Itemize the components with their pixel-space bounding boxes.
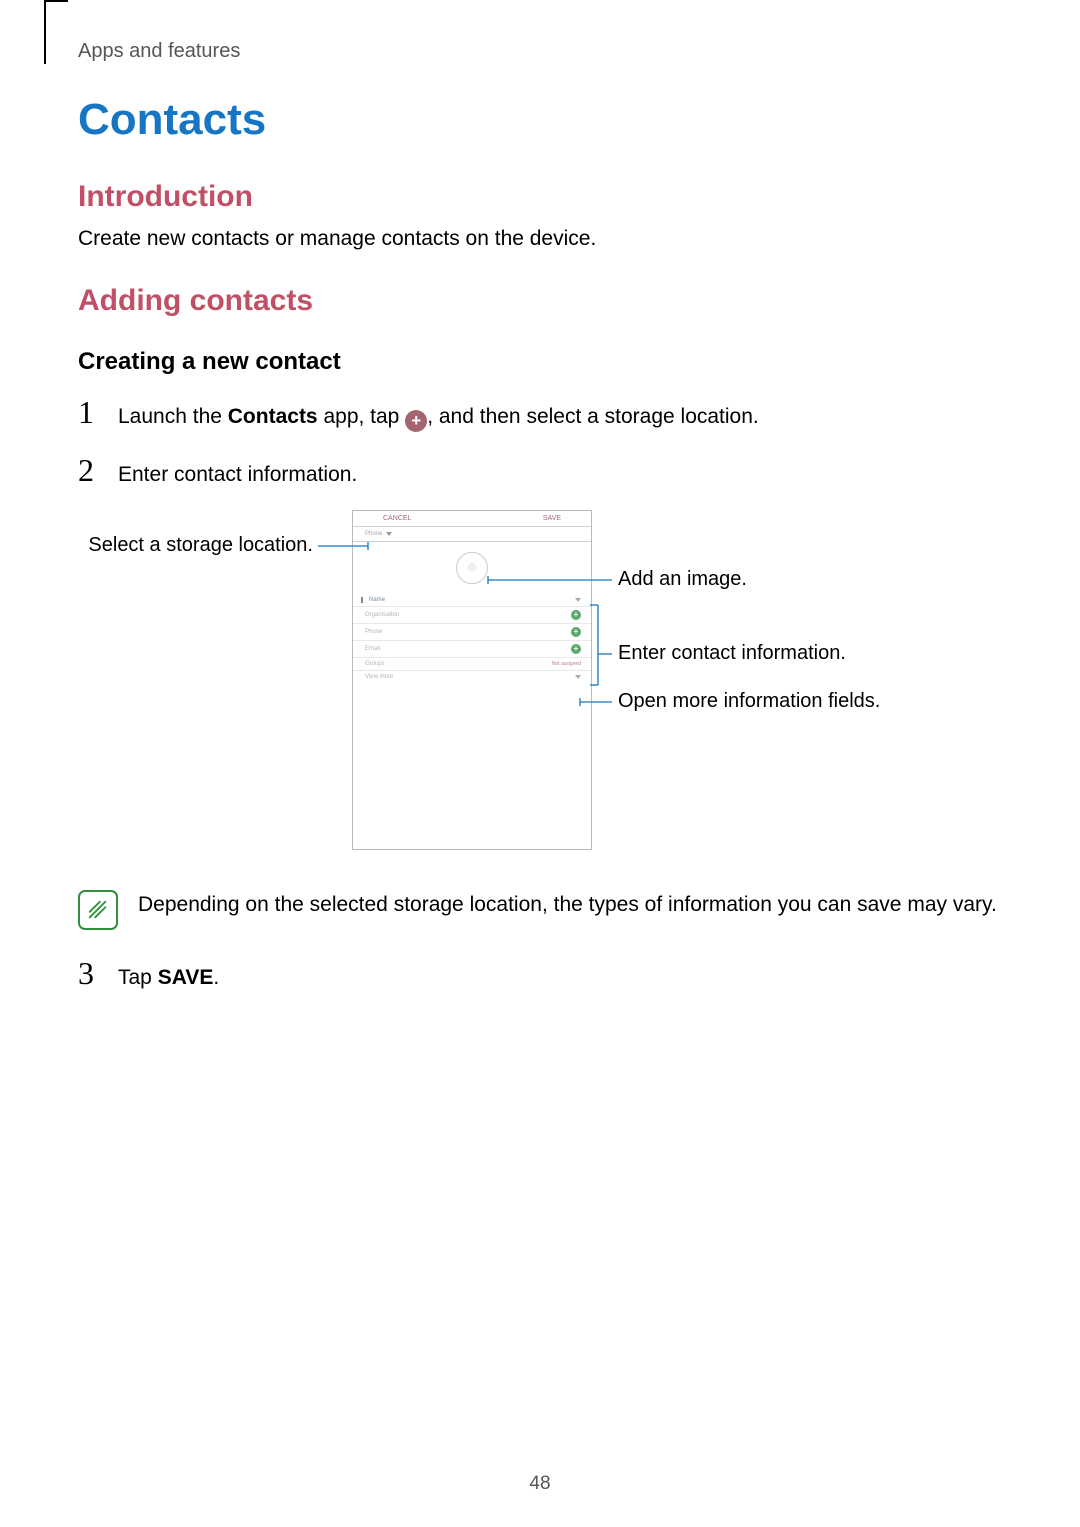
- step-text: Tap SAVE.: [118, 963, 219, 992]
- section-introduction: Introduction: [78, 180, 1002, 214]
- page-title: Contacts: [78, 95, 1002, 145]
- step-2: 2 Enter contact information.: [78, 452, 1002, 489]
- page-number: 48: [0, 1473, 1080, 1495]
- step-text-segment: Tap: [118, 966, 158, 989]
- step-number: 1: [78, 394, 100, 431]
- step-text-segment: , and then select a storage location.: [427, 405, 759, 428]
- step-3: 3 Tap SAVE.: [78, 955, 1002, 992]
- note-text: Depending on the selected storage locati…: [138, 890, 997, 920]
- subsection-creating-contact: Creating a new contact: [78, 348, 1002, 376]
- step-text-bold: Contacts: [228, 405, 318, 428]
- step-number: 3: [78, 955, 100, 992]
- page-corner-horizontal: [44, 0, 68, 2]
- step-1: 1 Launch the Contacts app, tap +, and th…: [78, 394, 1002, 432]
- step-number: 2: [78, 452, 100, 489]
- intro-text: Create new contacts or manage contacts o…: [78, 224, 1002, 254]
- breadcrumb: Apps and features: [78, 40, 240, 63]
- step-text: Launch the Contacts app, tap +, and then…: [118, 402, 759, 432]
- section-adding-contacts: Adding contacts: [78, 284, 1002, 318]
- page-corner-vertical: [44, 0, 46, 64]
- note-icon: [78, 890, 118, 930]
- step-text-segment: app, tap: [318, 405, 406, 428]
- diagram: CANCEL SAVE Phone ◎ Name Organisation + …: [78, 510, 1002, 870]
- plus-icon: +: [405, 410, 427, 432]
- step-text: Enter contact information.: [118, 460, 357, 489]
- step-text-bold: SAVE: [158, 966, 214, 989]
- step-text-segment: Launch the: [118, 405, 228, 428]
- note: Depending on the selected storage locati…: [78, 890, 1002, 930]
- step-text-segment: .: [213, 966, 219, 989]
- page-content: Contacts Introduction Create new contact…: [78, 95, 1002, 1012]
- leader-lines: [78, 510, 978, 870]
